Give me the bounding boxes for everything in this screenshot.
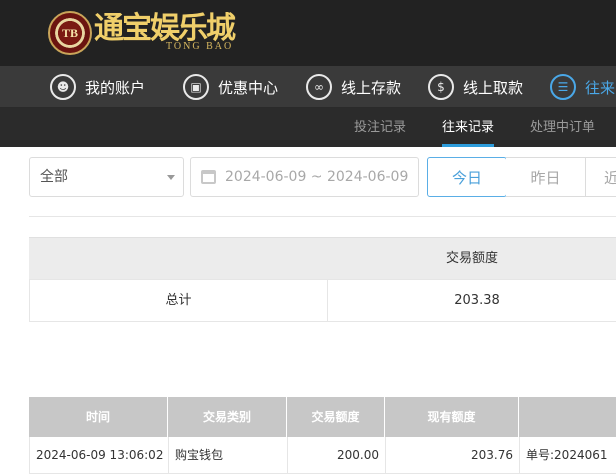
tab-pending-orders[interactable]: 处理中订单 <box>530 108 595 147</box>
yesterday-button[interactable]: 昨日 <box>506 157 586 197</box>
nav-item-deposit[interactable]: ∞ 线上存款 <box>306 66 402 107</box>
table-row: 2024-06-09 13:06:02 购宝钱包 200.00 203.76 单… <box>29 437 616 474</box>
recent-button[interactable]: 近 <box>585 157 616 197</box>
user-icon: ☻ <box>50 74 76 100</box>
logo-subtitle: TONG BAO <box>166 41 234 52</box>
nav-item-account[interactable]: ☻ 我的账户 <box>50 66 146 107</box>
select-value: 全部 <box>40 169 68 185</box>
nav-item-label: 我的账户 <box>85 78 146 97</box>
logo-chip-icon: TB <box>48 11 92 55</box>
nav-item-label: 往来 <box>585 78 616 97</box>
date-range-value: 2024-06-09 ~ 2024-06-09 <box>225 169 409 185</box>
records-icon: ☰ <box>550 74 576 100</box>
date-range-input[interactable]: 2024-06-09 ~ 2024-06-09 <box>190 157 419 197</box>
summary-total-value: 203.38 <box>454 293 500 308</box>
today-button[interactable]: 今日 <box>427 157 507 197</box>
chevron-down-icon <box>167 175 175 180</box>
cell-note: 单号:2024061 <box>520 437 616 474</box>
summary-total-label: 总计 <box>30 280 328 321</box>
cell-amount: 200.00 <box>288 437 386 474</box>
summary-header: 交易额度 <box>29 237 616 279</box>
calendar-icon <box>201 170 216 184</box>
summary-row: 总计 203.38 <box>29 279 616 322</box>
site-header: TB 通宝娱乐城 TONG BAO <box>0 0 616 66</box>
column-header-balance: 现有额度 <box>385 397 519 437</box>
column-header-time: 时间 <box>29 397 168 437</box>
records-table-header: 时间 交易类别 交易额度 现有额度 <box>29 397 616 437</box>
nav-item-label: 线上取款 <box>463 78 524 97</box>
tab-transaction-records[interactable]: 往来记录 <box>442 108 495 147</box>
cell-balance: 203.76 <box>386 437 520 474</box>
sub-nav: 投注记录 往来记录 处理中订单 <box>0 108 616 147</box>
nav-item-withdraw[interactable]: $ 线上取款 <box>428 66 524 107</box>
tab-bet-records[interactable]: 投注记录 <box>354 108 406 147</box>
nav-item-records[interactable]: ☰ 往来 <box>550 66 616 107</box>
column-header-amount: 交易额度 <box>287 397 385 437</box>
gift-icon: ▣ <box>183 74 209 100</box>
site-logo[interactable]: TB 通宝娱乐城 TONG BAO <box>48 10 248 56</box>
summary-header-label: 交易额度 <box>446 251 499 266</box>
cell-category: 购宝钱包 <box>169 437 288 474</box>
deposit-icon: ∞ <box>306 74 332 100</box>
column-header-note <box>519 397 616 437</box>
cell-time: 2024-06-09 13:06:02 <box>30 437 169 474</box>
transaction-type-select[interactable]: 全部 <box>29 157 184 197</box>
withdraw-icon: $ <box>428 74 454 100</box>
nav-item-label: 优惠中心 <box>218 78 279 97</box>
nav-item-promotions[interactable]: ▣ 优惠中心 <box>183 66 279 107</box>
column-header-category: 交易类别 <box>168 397 287 437</box>
nav-item-label: 线上存款 <box>341 78 402 97</box>
main-nav: ☻ 我的账户 ▣ 优惠中心 ∞ 线上存款 $ 线上取款 ☰ 往来 <box>0 66 616 108</box>
divider <box>29 216 616 217</box>
